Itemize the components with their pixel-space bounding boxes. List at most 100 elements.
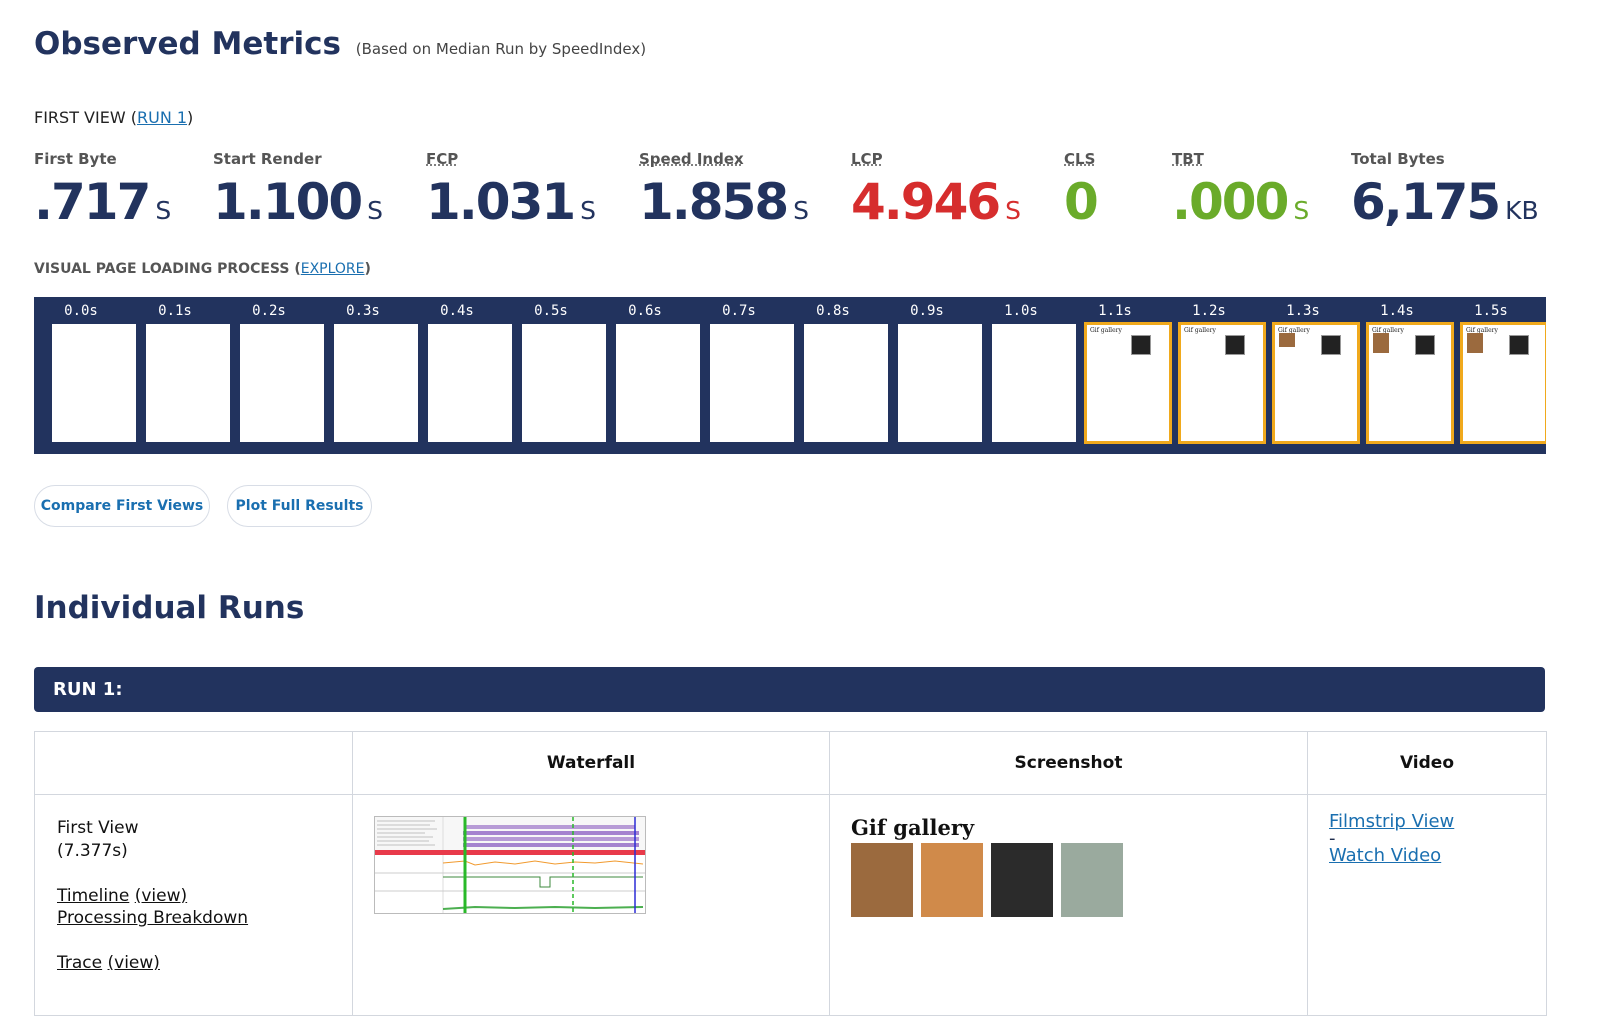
paren-close: ) [364,261,371,277]
watch-video-link[interactable]: Watch Video [1329,845,1441,866]
cat-gif-image [921,843,983,917]
metric-unit: S [793,196,810,225]
screenshot-thumbnail[interactable]: Gif gallery [851,815,1131,925]
first-view-suffix: ) [187,108,194,127]
filmstrip-frame[interactable]: 0.2s [222,297,324,454]
explore-link[interactable]: EXPLORE [301,261,365,277]
metric-number: 1.100 [213,173,363,231]
metric-start-render: Start Render 1.100 S [213,150,383,239]
black-cat-gif-image [991,843,1053,917]
compare-first-views-button[interactable]: Compare First Views [34,485,210,527]
first-view-time: (7.377s) [57,840,128,861]
frame-time: 0.6s [628,303,662,319]
metric-unit: S [155,196,172,225]
frame-thumbnail [710,324,794,442]
first-view-label: First View [57,818,139,838]
filmstrip-frame[interactable]: 0.7s [692,297,794,454]
metric-total-bytes: Total Bytes 6,175 KB [1351,150,1539,239]
metric-first-byte: First Byte .717 S [34,150,171,239]
filmstrip-frame[interactable]: 0.0s [34,297,136,454]
processing-breakdown-link[interactable]: Processing Breakdown [57,908,248,928]
filmstrip-frame[interactable]: 1.0s [974,297,1076,454]
frame-time: 0.8s [816,303,850,319]
trace-link[interactable]: Trace [57,953,102,973]
frame-thumbnail-changed: Gif gallery [1178,322,1266,444]
metric-value: 4.946 S [851,174,1021,239]
frame-thumbnail-changed: Gif gallery [1460,322,1546,444]
thumb-title: Gif gallery [1090,327,1122,334]
plot-full-results-button[interactable]: Plot Full Results [227,485,372,527]
metric-label: Total Bytes [1351,150,1445,168]
filmstrip-frame[interactable]: 0.5s [504,297,606,454]
metric-fcp: FCP 1.031 S [426,150,596,239]
sloth-image [1467,333,1483,353]
frame-time: 0.3s [346,303,380,319]
filmstrip-view-link[interactable]: Filmstrip View [1329,811,1454,832]
frame-time: 1.0s [1004,303,1038,319]
page-subtitle: (Based on Median Run by SpeedIndex) [355,40,647,58]
frame-thumbnail [428,324,512,442]
sloth-gif-image [851,843,913,917]
screenshot-title: Gif gallery [851,815,975,840]
frame-time: 0.5s [534,303,568,319]
filmstrip-frame[interactable]: 0.4s [410,297,512,454]
metric-number: 1.858 [639,173,789,231]
table-header-row: Waterfall Screenshot Video [34,731,1547,795]
metric-unit: S [580,196,597,225]
metric-value: .000 S [1172,174,1309,239]
waterfall-chart-image [375,817,645,913]
metric-label: LCP [851,150,883,168]
table-header-waterfall: Waterfall [352,731,830,795]
first-view-heading: FIRST VIEW (RUN 1) [34,108,193,127]
timeline-link[interactable]: Timeline [57,886,129,906]
filmstrip-frame[interactable]: 0.8s [786,297,888,454]
filmstrip-frame[interactable]: 1.3s Gif gallery [1256,297,1360,454]
waterfall-cell [352,794,830,1016]
frame-time: 1.3s [1286,303,1320,319]
frame-time: 0.4s [440,303,474,319]
frame-time: 0.9s [910,303,944,319]
table-row: First View (7.377s) Timeline (view) Proc… [34,794,1547,1016]
metric-cls: CLS 0 [1064,150,1103,239]
trace-view-link[interactable]: (view) [108,953,160,973]
filmstrip-frame[interactable]: 1.1s Gif gallery [1068,297,1172,454]
cat-image [1131,335,1151,355]
frame-time: 0.0s [64,303,98,319]
metric-lcp: LCP 4.946 S [851,150,1021,239]
frame-time: 0.2s [252,303,286,319]
table-header-video: Video [1307,731,1547,795]
frame-time: 1.4s [1380,303,1414,319]
metric-value: 1.031 S [426,174,596,239]
metric-speed-index: Speed Index 1.858 S [639,150,809,239]
filmstrip-frame[interactable]: 0.6s [598,297,700,454]
filmstrip-frame[interactable]: 0.9s [880,297,982,454]
filmstrip-frame[interactable]: 0.1s [128,297,230,454]
metric-number: 1.031 [426,173,576,231]
filmstrip[interactable]: 0.0s 0.1s 0.2s 0.3s 0.4s 0.5s 0.6s 0.7s … [34,297,1546,454]
metric-value: 0 [1064,174,1103,239]
metric-tbt: TBT .000 S [1172,150,1309,239]
frame-thumbnail-changed: Gif gallery [1366,322,1454,444]
metric-number: 0 [1064,173,1099,231]
visual-progress-label: VISUAL PAGE LOADING PROCESS [34,261,290,277]
filmstrip-frame[interactable]: 1.5s Gif gallery [1444,297,1546,454]
filmstrip-frame[interactable]: 1.2s Gif gallery [1162,297,1266,454]
metrics-row: First Byte .717 S Start Render 1.100 S FCP… [34,150,1554,240]
frame-time: 0.1s [158,303,192,319]
visual-progress-heading: VISUAL PAGE LOADING PROCESS (EXPLORE) [34,261,371,277]
frame-time: 1.5s [1474,303,1508,319]
run-1-link[interactable]: RUN 1 [137,108,187,127]
waterfall-thumbnail[interactable] [374,816,646,914]
bird-gif-image [1061,843,1123,917]
first-view-cell: First View (7.377s) Timeline (view) Proc… [34,794,353,1016]
timeline-view-link[interactable]: (view) [135,886,187,906]
metric-value: .717 S [34,174,171,239]
metric-unit: KB [1505,196,1539,225]
filmstrip-frame[interactable]: 0.3s [316,297,418,454]
thumb-title: Gif gallery [1184,327,1216,334]
cat-image [1509,335,1529,355]
individual-runs-title: Individual Runs [34,590,305,626]
page-title-text: Observed Metrics [34,26,341,62]
cat-image [1225,335,1245,355]
filmstrip-frame[interactable]: 1.4s Gif gallery [1350,297,1454,454]
